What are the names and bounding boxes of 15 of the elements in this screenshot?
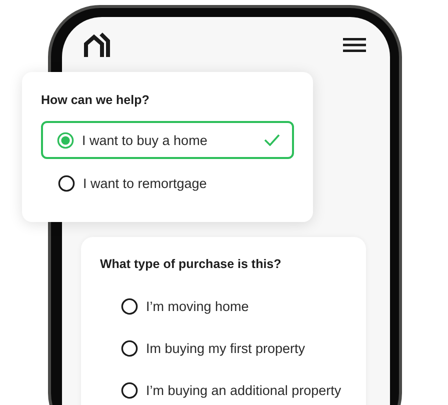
radio-button[interactable] — [57, 132, 74, 148]
card-title: How can we help? — [41, 93, 150, 107]
menu-icon[interactable] — [343, 38, 366, 52]
radio-option[interactable]: I want to remortgage — [41, 164, 294, 202]
radio-button[interactable] — [58, 174, 75, 192]
radio-button[interactable] — [121, 340, 138, 356]
logo-icon — [84, 32, 111, 57]
radio-button[interactable] — [121, 382, 138, 398]
card-title: What type of purchase is this? — [100, 257, 282, 271]
radio-option[interactable]: I’m moving home — [100, 285, 348, 327]
radio-button[interactable] — [121, 298, 138, 314]
radio-option[interactable]: I want to buy a home — [41, 121, 294, 159]
radio-option[interactable]: I’m buying an additional property — [100, 369, 348, 405]
check-icon — [264, 134, 280, 146]
radio-option[interactable]: Im buying my first property — [100, 327, 348, 369]
